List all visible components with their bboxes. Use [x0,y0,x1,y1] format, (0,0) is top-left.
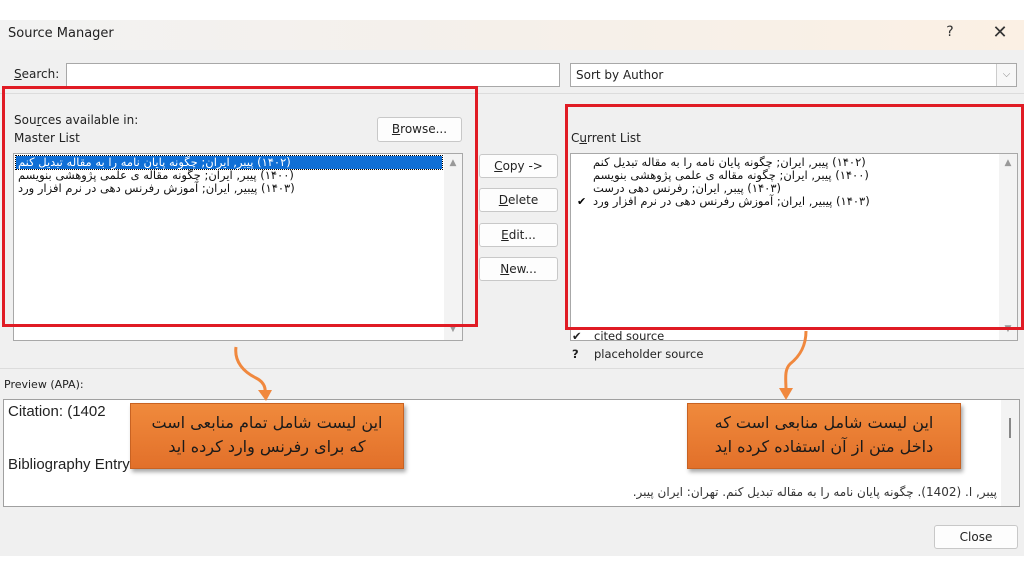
current-list-highlight [565,104,1024,330]
new-label: ew... [509,262,537,276]
legend-label: cited source [594,329,665,343]
search-label-accesskey: S [14,67,22,81]
preview-scrollbar[interactable] [1001,400,1019,506]
callout-line: داخل متن از آن استفاده کرده اید [714,437,934,456]
scroll-thumb[interactable] [1009,418,1011,438]
check-icon: ✔ [572,329,582,343]
copy-label: opy -> [502,159,543,173]
title-bar: Source Manager ? ✕ [0,20,1024,50]
help-button[interactable]: ? [940,24,960,46]
copy-button[interactable]: Copy -> [479,154,558,178]
bibliography-entry: پیبر, ا. (1402). چگونه پایان نامه را به … [632,485,997,499]
new-button[interactable]: New... [479,257,558,281]
annotation-callout-master: این لیست شامل تمام منابعی است که برای رف… [130,403,404,469]
search-label-text: earch: [21,67,60,81]
edit-accesskey: E [501,228,509,242]
chevron-down-icon[interactable]: ⌵ [996,64,1016,86]
callout-line: که برای رفرنس وارد کرده اید [168,437,366,456]
annotation-callout-current: این لیست شامل منابعی است که داخل متن از … [687,403,961,469]
master-list-highlight [2,86,478,327]
search-label: Search: [14,67,59,81]
delete-accesskey: D [498,193,509,207]
callout-line: این لیست شامل تمام منابعی است [151,413,383,432]
close-icon[interactable]: ✕ [988,22,1012,46]
legend-cited: ✔ cited source [572,329,664,343]
delete-button[interactable]: Delete [479,188,558,212]
close-button[interactable]: Close [934,525,1018,549]
preview-label: Preview (APA): [4,378,84,391]
sort-dropdown[interactable]: Sort by Author ⌵ [570,63,1017,87]
callout-line: این لیست شامل منابعی است که [714,413,934,432]
legend-placeholder: ? placeholder source [572,347,703,361]
edit-label: dit... [508,228,536,242]
edit-button[interactable]: Edit... [479,223,558,247]
copy-accesskey: C [494,159,503,173]
new-accesskey: N [500,262,510,276]
delete-label: elete [508,193,539,207]
bibliography-label: Bibliography Entry: [8,456,134,473]
legend-label: placeholder source [594,347,704,361]
sort-selected-value: Sort by Author [576,68,664,82]
question-icon: ? [572,347,579,361]
dialog-title: Source Manager [8,26,114,41]
divider [0,368,1024,369]
citation-text: Citation: (1402 [8,403,106,420]
search-input[interactable] [66,63,560,87]
